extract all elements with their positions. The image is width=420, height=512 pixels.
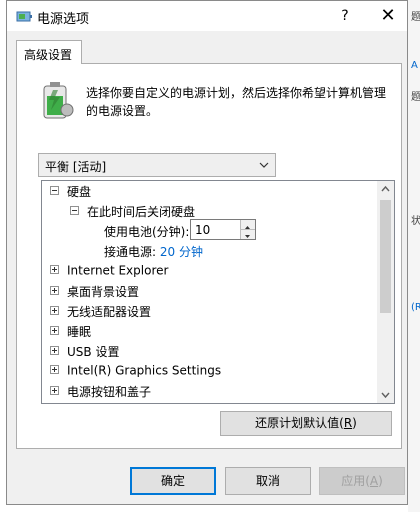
window-title: 电源选项 (37, 12, 90, 27)
expand-icon[interactable] (50, 286, 59, 295)
help-button[interactable]: ? (333, 4, 357, 28)
cancel-button[interactable]: 取消 (225, 467, 311, 495)
advanced-settings-panel: 选择你要自定义的电源计划，然后选择你希望计算机管理的电源设置。 平衡 [活动] … (16, 63, 402, 449)
tree-item-hard-disk[interactable]: 硬盘 (50, 183, 91, 203)
expand-icon[interactable] (50, 386, 59, 395)
plugged-in-label: 接通电源: (104, 245, 157, 259)
scroll-down-arrow[interactable] (377, 386, 394, 403)
tree-item[interactable]: 电源按钮和盖子 (50, 383, 151, 403)
tab-advanced-settings[interactable]: 高级设置 (16, 40, 82, 64)
chevron-down-icon (257, 156, 271, 174)
vertical-scrollbar[interactable] (377, 181, 394, 403)
on-battery-input[interactable] (193, 221, 241, 238)
ok-button[interactable]: 确定 (130, 467, 216, 495)
scroll-up-arrow[interactable] (377, 181, 394, 198)
scrollbar-thumb[interactable] (380, 200, 391, 313)
power-plan-selected: 平衡 [活动] (45, 160, 107, 174)
tree-item[interactable]: 无线适配器设置 (50, 303, 151, 323)
collapse-icon[interactable] (70, 206, 79, 215)
tree-item[interactable]: Intel(R) Graphics Settings (50, 363, 221, 383)
tree-item[interactable]: 桌面背景设置 (50, 283, 139, 303)
power-plan-dropdown[interactable]: 平衡 [活动] (38, 153, 276, 177)
background-text: (R (411, 302, 420, 313)
tree-item[interactable]: USB 设置 (50, 343, 119, 363)
tree-item[interactable]: Internet Explorer (50, 263, 168, 283)
title-bar: 电源选项 ? ✕ (7, 1, 407, 31)
power-options-dialog: 电源选项 ? ✕ 高级设置 选择你要自定义的电源计划，然后选择你希望计算机管理的… (6, 0, 408, 505)
tree-item-turn-off-hard-disk[interactable]: 在此时间后关闭硬盘 (70, 203, 195, 223)
on-battery-label: 使用电池(分钟): (104, 225, 190, 239)
tab-label: 高级设置 (24, 48, 73, 62)
battery-icon (43, 82, 74, 119)
expand-icon[interactable] (50, 346, 59, 355)
expand-icon[interactable] (50, 265, 59, 274)
spin-down-button[interactable] (240, 230, 255, 239)
background-text: 题 (411, 12, 420, 23)
power-options-icon (16, 11, 32, 22)
expand-icon[interactable] (50, 365, 59, 374)
description-text: 选择你要自定义的电源计划，然后选择你希望计算机管理的电源设置。 (86, 86, 387, 118)
expand-icon[interactable] (50, 306, 59, 315)
plugged-in-row: 接通电源: 20 分钟 (104, 243, 203, 263)
plugged-in-value-link[interactable]: 20 分钟 (160, 245, 203, 259)
restore-defaults-button[interactable]: 还原计划默认值(R) (220, 411, 392, 436)
on-battery-spinner[interactable] (190, 219, 256, 240)
collapse-icon[interactable] (50, 186, 59, 195)
tree-item[interactable]: 睡眠 (50, 323, 91, 343)
apply-button[interactable]: 应用(A) (319, 467, 405, 495)
background-text: 题 (411, 92, 420, 103)
close-button[interactable]: ✕ (375, 4, 401, 28)
power-settings-tree: 硬盘 在此时间后关闭硬盘 使用电池(分钟): 接通电源: 20 分钟 Inte (41, 180, 395, 404)
background-text: 状 (411, 216, 420, 227)
background-text: A (411, 60, 418, 71)
spin-up-button[interactable] (240, 220, 255, 230)
expand-icon[interactable] (50, 326, 59, 335)
background-window-edge (408, 0, 420, 512)
